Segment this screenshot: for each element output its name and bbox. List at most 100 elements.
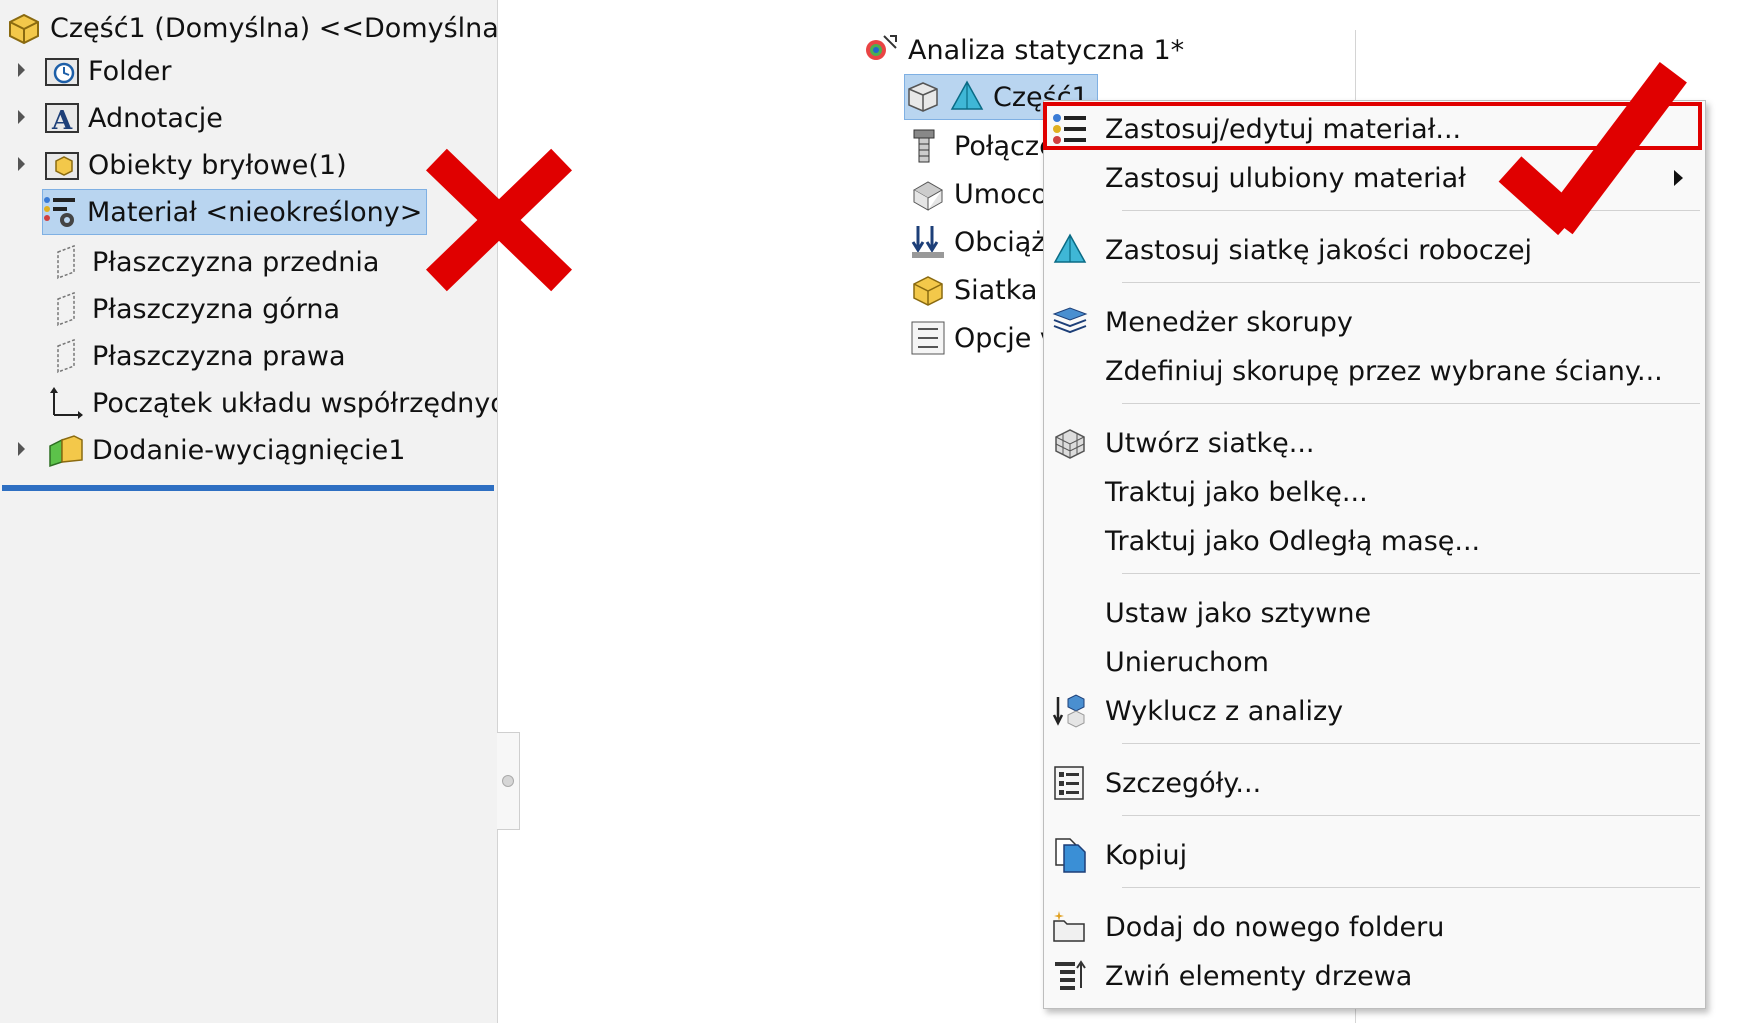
draft-mesh-icon: [1052, 232, 1088, 268]
panel-collapse-handle[interactable]: [497, 732, 520, 830]
menu-item-create-mesh[interactable]: Utwórz siatkę...: [1044, 421, 1705, 465]
material-icon: [43, 194, 79, 230]
tree-item-material[interactable]: Materiał <nieokreślony>: [42, 189, 428, 235]
rollback-bar[interactable]: [2, 485, 494, 491]
solid-bodies-folder-icon: [44, 147, 80, 183]
menu-item-make-rigid[interactable]: Ustaw jako sztywne: [1044, 591, 1705, 635]
menu-item-define-shell[interactable]: Zdefiniuj skorupę przez wybrane ściany..…: [1044, 349, 1705, 393]
menu-item-details[interactable]: Szczegóły...: [1044, 761, 1705, 805]
sim-root[interactable]: Analiza statyczna 1*: [864, 28, 1184, 72]
tree-item-label: Początek układu współrzędnyc: [92, 387, 498, 419]
red-x-icon: [425, 148, 573, 292]
menu-separator: [1122, 210, 1700, 211]
menu-separator: [1122, 887, 1700, 888]
new-folder-icon: [1052, 909, 1088, 945]
context-menu: Zastosuj/edytuj materiał... Zastosuj ulu…: [1043, 100, 1706, 1009]
tree-item-extrude[interactable]: Dodanie-wyciągnięcie1: [18, 428, 406, 472]
menu-item-label: Zastosuj ulubiony materiał: [1105, 162, 1466, 194]
tree-item-label: Dodanie-wyciągnięcie1: [92, 434, 406, 466]
tree-item-annotations[interactable]: A Adnotacje: [18, 96, 223, 140]
tree-item-label: Płaszczyzna prawa: [92, 340, 346, 372]
connections-icon: [910, 128, 946, 164]
part-icon: [905, 79, 941, 115]
annotations-icon: A: [44, 100, 80, 136]
plane-icon: [48, 338, 84, 374]
tree-item-front-plane[interactable]: Płaszczyzna przednia: [48, 240, 379, 284]
menu-item-treat-as-beam[interactable]: Traktuj jako belkę...: [1044, 470, 1705, 514]
expand-arrow-icon[interactable]: [18, 63, 25, 77]
menu-item-label: Dodaj do nowego folderu: [1105, 911, 1445, 943]
part-icon: [6, 10, 42, 46]
menu-item-label: Szczegóły...: [1105, 767, 1262, 799]
expand-arrow-icon[interactable]: [18, 157, 25, 171]
tree-root-part[interactable]: Część1 (Domyślna) <<Domyślna>: [6, 6, 497, 50]
details-icon: [1052, 765, 1088, 801]
handle-dot-icon: [502, 775, 514, 787]
menu-item-label: Unieruchom: [1105, 646, 1269, 678]
sim-item-label: Opcje v: [954, 322, 1056, 354]
sim-root-label: Analiza statyczna 1*: [908, 34, 1185, 66]
static-study-icon: [864, 32, 900, 68]
tree-item-solid-bodies[interactable]: Obiekty bryłowe(1): [18, 143, 347, 187]
menu-separator: [1122, 403, 1700, 404]
sim-item-fixtures[interactable]: Umoco: [910, 172, 1048, 216]
menu-separator: [1122, 282, 1700, 283]
sim-item-label: Połącze: [954, 130, 1056, 162]
tree-item-origin[interactable]: Początek układu współrzędnyc: [48, 381, 498, 425]
tree-item-label: Materiał <nieokreślony>: [87, 196, 423, 228]
menu-item-label: Zastosuj siatkę jakości roboczej: [1105, 234, 1533, 266]
mesh-icon: [910, 272, 946, 308]
sim-item-label: Siatka: [954, 274, 1038, 306]
menu-separator: [1122, 573, 1700, 574]
menu-item-label: Traktuj jako Odległą masę...: [1105, 525, 1481, 557]
create-mesh-icon: [1052, 425, 1088, 461]
menu-item-shell-manager[interactable]: Menedżer skorupy: [1044, 300, 1705, 344]
collapse-tree-icon: [1052, 958, 1088, 994]
menu-separator: [1122, 815, 1700, 816]
expand-arrow-icon[interactable]: [18, 110, 25, 124]
menu-item-copy[interactable]: Kopiuj: [1044, 833, 1705, 877]
menu-item-label: Utwórz siatkę...: [1105, 427, 1315, 459]
tree-item-label: Adnotacje: [88, 102, 223, 134]
tree-item-folder[interactable]: Folder: [18, 49, 172, 93]
menu-item-label: Traktuj jako belkę...: [1105, 476, 1368, 508]
feature-manager-tree: Część1 (Domyślna) <<Domyślna> Folder A A…: [0, 0, 498, 1023]
menu-item-label: Zwiń elementy drzewa: [1105, 960, 1413, 992]
tree-item-label: Płaszczyzna przednia: [92, 246, 380, 278]
menu-item-fix[interactable]: Unieruchom: [1044, 640, 1705, 684]
sim-item-mesh[interactable]: Siatka: [910, 268, 1037, 312]
sim-item-options[interactable]: Opcje v: [910, 316, 1056, 360]
folder-clock-icon: [44, 53, 80, 89]
tree-item-right-plane[interactable]: Płaszczyzna prawa: [48, 334, 346, 378]
menu-item-label: Ustaw jako sztywne: [1105, 597, 1372, 629]
sim-item-label: Umoco: [954, 178, 1048, 210]
menu-item-exclude-from-analysis[interactable]: Wyklucz z analizy: [1044, 689, 1705, 733]
sim-item-loads[interactable]: Obciąże: [910, 220, 1062, 264]
options-icon: [910, 320, 946, 356]
loads-icon: [910, 224, 946, 260]
menu-item-label: Wyklucz z analizy: [1105, 695, 1344, 727]
sim-item-connections[interactable]: Połącze: [910, 124, 1056, 168]
menu-item-label: Menedżer skorupy: [1105, 306, 1353, 338]
fixtures-icon: [910, 176, 946, 212]
menu-item-treat-as-remote-mass[interactable]: Traktuj jako Odległą masę...: [1044, 519, 1705, 563]
plane-icon: [48, 244, 84, 280]
plane-icon: [48, 291, 84, 327]
expand-arrow-icon[interactable]: [18, 442, 25, 456]
copy-icon: [1052, 837, 1088, 873]
menu-item-label: Kopiuj: [1105, 839, 1188, 871]
tree-item-label: Płaszczyzna górna: [92, 293, 341, 325]
extrude-icon: [48, 432, 84, 468]
svg-text:A: A: [51, 106, 73, 136]
tree-item-top-plane[interactable]: Płaszczyzna górna: [48, 287, 340, 331]
menu-separator: [1122, 743, 1700, 744]
mesh-solid-icon: [949, 79, 985, 115]
submenu-arrow-icon: [1674, 170, 1683, 186]
menu-item-collapse-tree[interactable]: Zwiń elementy drzewa: [1044, 954, 1705, 998]
menu-item-add-to-new-folder[interactable]: Dodaj do nowego folderu: [1044, 905, 1705, 949]
origin-icon: [48, 385, 84, 421]
tree-item-label: Obiekty bryłowe(1): [88, 149, 347, 181]
tree-item-label: Folder: [88, 55, 172, 87]
red-checkmark-icon: [1498, 42, 1687, 236]
menu-item-draft-mesh[interactable]: Zastosuj siatkę jakości roboczej: [1044, 228, 1705, 272]
